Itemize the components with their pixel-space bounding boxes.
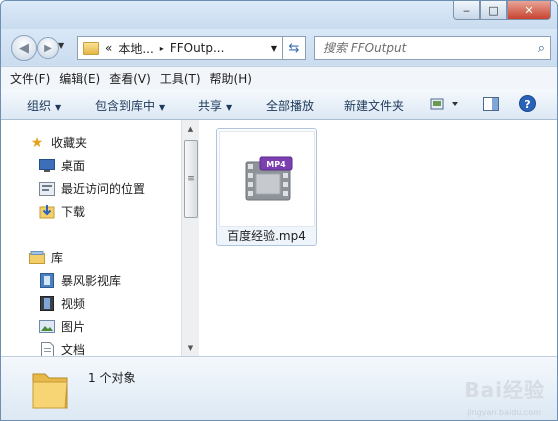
view-icon [430,98,458,110]
nav-desktop[interactable]: 桌面 [39,157,85,174]
watermark-url: jingyan.baidu.com [467,408,541,417]
menu-bar: 文件(F) 编辑(E) 查看(V) 工具(T) 帮助(H) [1,66,557,90]
explorer-body: ★ 收藏夹 桌面 最近访问的位置 下载 库 暴风影视库 视频 图片 文档 ▲ ≡… [1,120,557,357]
organize-button[interactable]: 组织 ▼ [27,97,61,114]
nav-favorites[interactable]: ★ 收藏夹 [29,134,87,151]
file-list: MP4 百度经验.mp4 [199,120,557,356]
menu-edit[interactable]: 编辑(E) [59,70,100,87]
recent-places-icon [39,181,55,196]
share-label: 共享 [198,99,223,113]
watermark-logo: Bai经验 [464,378,545,402]
file-name: 百度经验.mp4 [227,229,306,243]
desktop-icon [39,159,55,173]
play-all-button[interactable]: 全部播放 [266,97,314,114]
film-icon [39,296,55,311]
address-bar[interactable]: « 本地... ▸ FFOutp... ▼ [77,36,283,60]
search-icon[interactable]: ⌕ [538,41,545,56]
command-bar: 组织 ▼ 包含到库中 ▼ 共享 ▼ 全部播放 新建文件夹 ? [1,89,557,120]
nav-scrollbar[interactable]: ▲ ≡ ▼ [181,120,199,356]
nav-pictures-label: 图片 [61,320,86,334]
nav-libraries-label: 库 [51,251,64,265]
help-icon: ? [519,95,536,112]
video-file-icon: MP4 [245,156,293,201]
minimize-button[interactable]: ‒ [453,1,480,20]
explorer-window: ‒ □ ✕ ◀ ▶ ▼ « 本地... ▸ FFOutp... ▼ ⇆ ⌕ 文件… [0,0,558,421]
details-pane: 1 个对象 Bai经验 jingyan.baidu.com [1,356,557,420]
video-library-icon [39,273,55,288]
nav-recent-places[interactable]: 最近访问的位置 [39,180,145,197]
scroll-down-icon[interactable]: ▼ [182,339,199,356]
nav-baofeng-library[interactable]: 暴风影视库 [39,272,121,289]
nav-pictures[interactable]: 图片 [39,318,85,335]
address-dropdown-icon[interactable]: ▼ [271,44,277,53]
back-arrow-icon: ◀ [19,40,29,56]
folder-icon [32,373,68,409]
nav-downloads-label: 下载 [61,205,86,219]
nav-videos-label: 视频 [61,297,86,311]
nav-libraries[interactable]: 库 [29,249,63,266]
item-count: 1 个对象 [88,371,136,385]
include-in-library-button[interactable]: 包含到库中 ▼ [95,97,165,114]
back-button[interactable]: ◀ [11,35,37,61]
preview-pane-button[interactable] [483,97,499,114]
recent-pages-dropdown-icon[interactable]: ▼ [58,41,64,50]
menu-help[interactable]: 帮助(H) [210,70,252,87]
library-icon [29,251,45,265]
forward-button[interactable]: ▶ [37,37,59,59]
chevron-down-icon: ▼ [226,103,233,112]
scrollbar-thumb[interactable]: ≡ [184,140,198,218]
address-segment-ffoutput[interactable]: FFOutp... [170,41,225,55]
address-chevron-icon[interactable]: ▸ [160,44,164,53]
downloads-icon [39,205,55,219]
help-button[interactable]: ? [519,95,536,115]
view-options-button[interactable] [430,98,458,113]
new-folder-button[interactable]: 新建文件夹 [344,97,404,114]
search-box[interactable]: ⌕ [314,36,551,60]
chevron-down-icon: ▼ [159,103,166,112]
nav-favorites-label: 收藏夹 [51,136,88,150]
chevron-down-icon: ▼ [55,103,62,112]
share-button[interactable]: 共享 ▼ [198,97,232,114]
document-icon [39,342,55,357]
nav-videos[interactable]: 视频 [39,295,85,312]
menu-view[interactable]: 查看(V) [109,70,151,87]
picture-icon [39,320,55,334]
refresh-button[interactable]: ⇆ [283,36,306,60]
svg-text:?: ? [524,98,530,111]
star-icon: ★ [30,134,44,151]
search-input[interactable] [321,40,525,56]
scroll-up-icon[interactable]: ▲ [182,120,199,137]
nav-desktop-label: 桌面 [61,159,86,173]
nav-baofeng-library-label: 暴风影视库 [61,274,122,288]
nav-recent-places-label: 最近访问的位置 [61,182,146,196]
menu-tools[interactable]: 工具(T) [160,70,201,87]
preview-pane-icon [483,97,499,111]
navigation-pane: ★ 收藏夹 桌面 最近访问的位置 下载 库 暴风影视库 视频 图片 文档 [1,120,181,357]
caption-buttons: ‒ □ ✕ [453,1,551,20]
title-bar: ‒ □ ✕ [1,1,557,29]
nav-downloads[interactable]: 下载 [39,203,85,220]
refresh-icon: ⇆ [288,40,300,56]
menu-file[interactable]: 文件(F) [10,70,50,87]
file-item[interactable]: MP4 百度经验.mp4 [216,128,317,246]
organize-label: 组织 [27,99,52,113]
include-in-library-label: 包含到库中 [95,99,156,113]
maximize-button[interactable]: □ [480,1,507,20]
folder-icon [83,41,99,55]
close-button[interactable]: ✕ [507,1,551,20]
mp4-badge: MP4 [266,160,286,169]
navigation-bar: ◀ ▶ ▼ « 本地... ▸ FFOutp... ▼ ⇆ ⌕ [1,29,557,65]
address-overflow[interactable]: « [105,41,112,55]
file-thumbnail: MP4 [219,131,315,227]
address-segment-local[interactable]: 本地... [118,40,153,57]
forward-arrow-icon: ▶ [44,42,52,54]
